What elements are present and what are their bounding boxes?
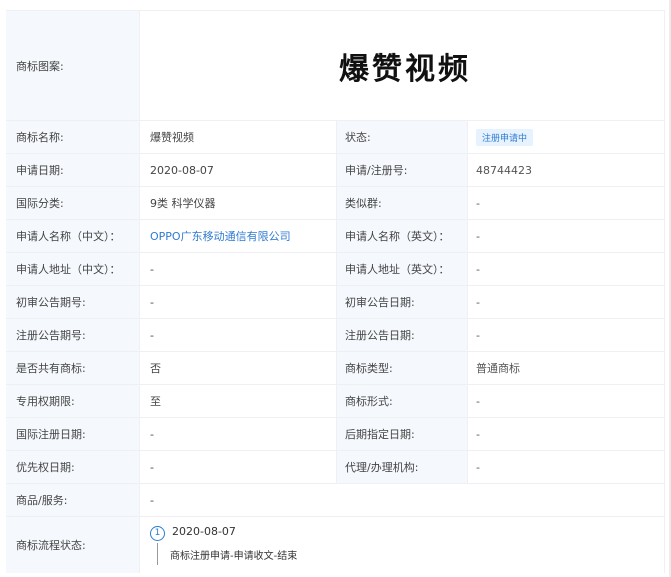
table-row: 申请人名称（中文）： OPPO广东移动通信有限公司 申请人名称（英文）： - [6, 220, 664, 253]
goods-services-value: - [139, 484, 336, 516]
status-cell: 注册申请中 [467, 121, 664, 153]
applicant-name-cn-cell: OPPO广东移动通信有限公司 [139, 220, 336, 252]
priority-date-label: 优先权日期: [6, 451, 139, 483]
trademark-name-value: 爆赞视频 [139, 121, 336, 153]
table-row: 国际分类: 9类 科学仪器 类似群: - [6, 187, 664, 220]
step-date: 2020-08-07 [172, 525, 236, 538]
timeline-connector [157, 543, 158, 565]
trademark-type-label: 商标类型: [336, 352, 467, 384]
application-date-value: 2020-08-07 [139, 154, 336, 186]
international-registration-date-label: 国际注册日期: [6, 418, 139, 450]
table-row: 优先权日期: - 代理/办理机构: - [6, 451, 664, 484]
trademark-image-text: 爆赞视频 [339, 51, 471, 87]
process-status-label: 商标流程状态: [6, 517, 139, 573]
international-registration-date-value: - [139, 418, 336, 450]
trademark-form-value: - [467, 385, 664, 417]
applicant-address-en-value: - [467, 253, 664, 285]
process-timeline: 1 2020-08-07 商标注册申请-申请收文-结束 [139, 517, 664, 573]
step-description: 商标注册申请-申请收文-结束 [170, 551, 298, 562]
trademark-image-label: 商标图案: [6, 11, 139, 120]
prelim-announcement-number-value: - [139, 286, 336, 318]
table-row: 注册公告期号: - 注册公告日期: - [6, 319, 664, 352]
registration-announcement-number-label: 注册公告期号: [6, 319, 139, 351]
trademark-detail-table: 商标图案: 爆赞视频 商标名称: 爆赞视频 状态: 注册申请中 申请日期: 20… [6, 10, 665, 573]
registration-number-label: 申请/注册号: [336, 154, 467, 186]
process-status-row: 商标流程状态: 1 2020-08-07 商标注册申请-申请收文-结束 [6, 517, 664, 573]
registration-number-value: 48744423 [467, 154, 664, 186]
applicant-name-cn-label: 申请人名称（中文）： [6, 220, 139, 252]
registration-announcement-date-label: 注册公告日期: [336, 319, 467, 351]
exclusive-right-period-value: 至 [139, 385, 336, 417]
trademark-form-label: 商标形式: [336, 385, 467, 417]
table-row: 初审公告期号: - 初审公告日期: - [6, 286, 664, 319]
registration-announcement-date-value: - [467, 319, 664, 351]
prelim-announcement-number-label: 初审公告期号: [6, 286, 139, 318]
prelim-announcement-date-label: 初审公告日期: [336, 286, 467, 318]
trademark-type-value: 普通商标 [467, 352, 664, 384]
similar-group-value: - [467, 187, 664, 219]
applicant-address-en-label: 申请人地址（英文）： [336, 253, 467, 285]
applicant-name-en-label: 申请人名称（英文）： [336, 220, 467, 252]
applicant-name-link[interactable]: OPPO广东移动通信有限公司 [150, 228, 291, 244]
applicant-name-en-value: - [467, 220, 664, 252]
exclusive-right-period-label: 专用权期限: [6, 385, 139, 417]
status-badge: 注册申请中 [476, 128, 534, 146]
agency-label: 代理/办理机构: [336, 451, 467, 483]
table-row: 申请日期: 2020-08-07 申请/注册号: 48744423 [6, 154, 664, 187]
trademark-image: 爆赞视频 [139, 11, 664, 120]
table-row: 国际注册日期: - 后期指定日期: - [6, 418, 664, 451]
trademark-name-label: 商标名称: [6, 121, 139, 153]
international-class-value: 9类 科学仪器 [139, 187, 336, 219]
shared-trademark-label: 是否共有商标: [6, 352, 139, 384]
priority-date-value: - [139, 451, 336, 483]
step-number-icon: 1 [150, 526, 165, 541]
agency-value: - [467, 451, 664, 483]
applicant-address-cn-value: - [139, 253, 336, 285]
international-class-label: 国际分类: [6, 187, 139, 219]
table-row: 申请人地址（中文）： - 申请人地址（英文）： - [6, 253, 664, 286]
registration-announcement-number-value: - [139, 319, 336, 351]
table-row: 专用权期限: 至 商标形式: - [6, 385, 664, 418]
table-row: 商标名称: 爆赞视频 状态: 注册申请中 [6, 121, 664, 154]
goods-services-label: 商品/服务: [6, 484, 139, 516]
applicant-address-cn-label: 申请人地址（中文）： [6, 253, 139, 285]
similar-group-label: 类似群: [336, 187, 467, 219]
trademark-image-row: 商标图案: 爆赞视频 [6, 11, 664, 121]
goods-services-row: 商品/服务: - [6, 484, 664, 517]
status-label: 状态: [336, 121, 467, 153]
table-row: 是否共有商标: 否 商标类型: 普通商标 [6, 352, 664, 385]
prelim-announcement-date-value: - [467, 286, 664, 318]
shared-trademark-value: 否 [139, 352, 336, 384]
subsequent-designation-date-label: 后期指定日期: [336, 418, 467, 450]
application-date-label: 申请日期: [6, 154, 139, 186]
subsequent-designation-date-value: - [467, 418, 664, 450]
